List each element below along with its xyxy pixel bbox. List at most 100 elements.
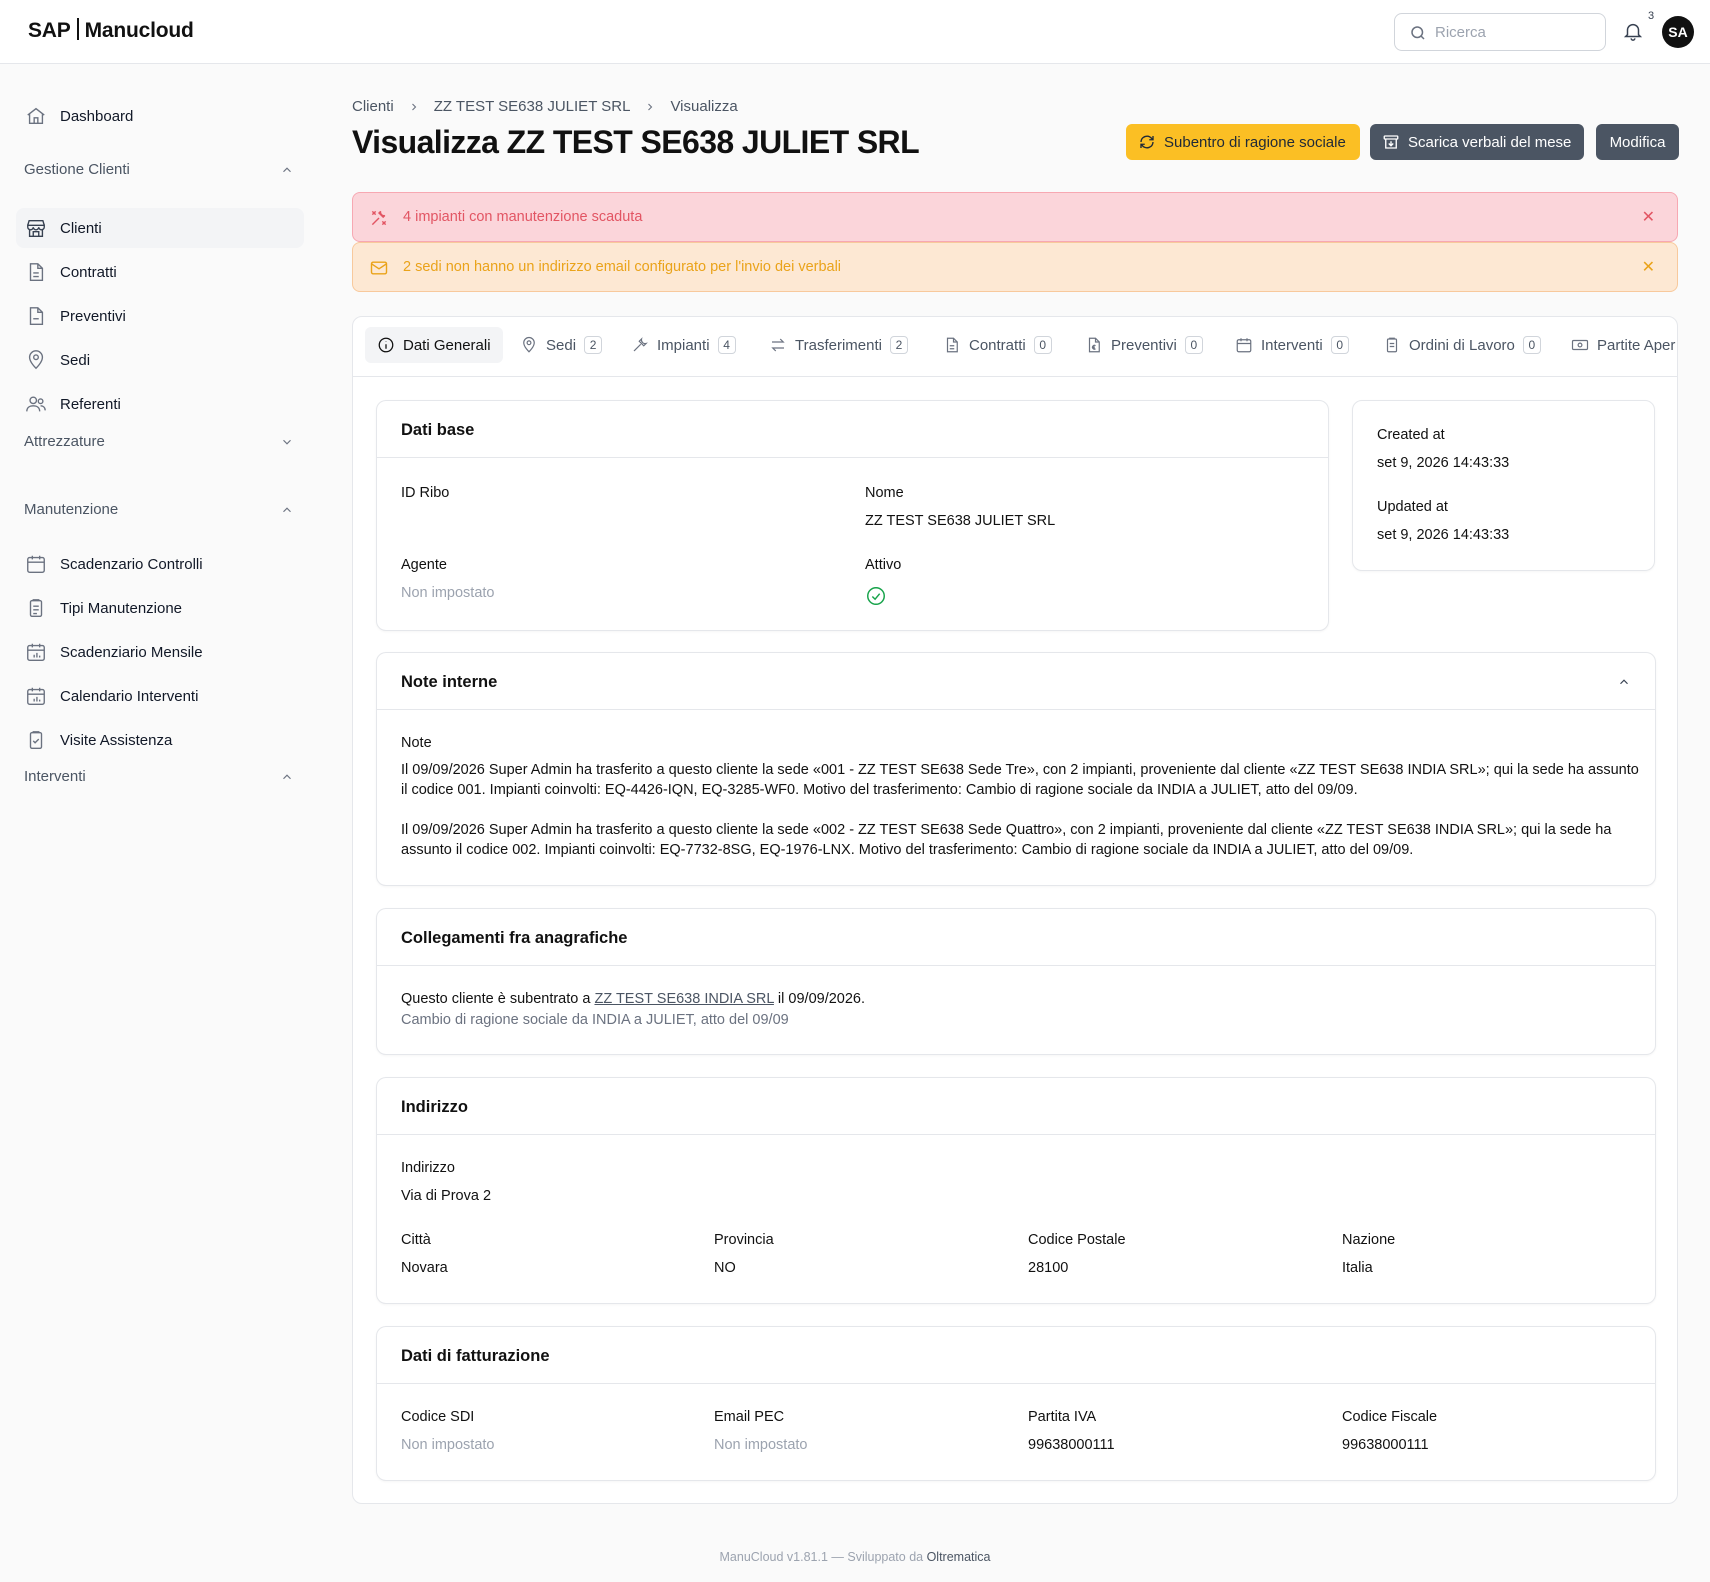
sidebar-item-tipi-manutenzione[interactable]: Tipi Manutenzione (16, 588, 304, 628)
scarica-verbali-button[interactable]: Scarica verbali del mese (1370, 124, 1584, 160)
document-euro-icon (1085, 336, 1103, 354)
agente-label: Agente (401, 557, 447, 573)
sidebar-item-scadenziario-mensile[interactable]: Scadenziario Mensile (16, 632, 304, 672)
breadcrumb-item-cliente[interactable]: ZZ TEST SE638 JULIET SRL (434, 98, 631, 115)
alert-email-mancante: 2 sedi non hanno un indirizzo email conf… (352, 242, 1678, 292)
tab-impianti[interactable]: Impianti 4 (631, 327, 736, 363)
close-icon[interactable]: ✕ (1642, 257, 1655, 277)
chevron-up-icon[interactable] (1617, 675, 1631, 689)
nome-value: ZZ TEST SE638 JULIET SRL (865, 513, 1056, 529)
citta-value: Novara (401, 1260, 448, 1276)
subentro-button[interactable]: Subentro di ragione sociale (1126, 124, 1360, 160)
card-title: Collegamenti fra anagrafiche (377, 909, 1655, 966)
brand-logo[interactable]: SAP Manucloud (28, 18, 194, 43)
card-header[interactable]: Note interne (377, 653, 1655, 710)
developer-link[interactable]: Oltrematica (927, 1550, 991, 1564)
search-input[interactable] (1435, 23, 1595, 41)
sidebar-item-label: Calendario Interventi (60, 687, 199, 705)
footer-text: ManuCloud v1.81.1 — Sviluppato da (719, 1550, 927, 1564)
partita-iva-label: Partita IVA (1028, 1409, 1097, 1425)
sidebar-item-label: Sedi (60, 351, 91, 369)
sidebar-item-label: Scadenziario Mensile (60, 643, 203, 661)
tab-count: 4 (717, 336, 736, 354)
provincia-value: NO (714, 1260, 736, 1276)
search-icon (1409, 24, 1427, 42)
tab-sedi[interactable]: Sedi 2 (520, 327, 603, 363)
sidebar-item-scadenzario-controlli[interactable]: Scadenzario Controlli (16, 544, 304, 584)
tab-contratti[interactable]: Contratti 0 (943, 327, 1052, 363)
chevron-right-icon (644, 101, 656, 113)
users-icon (25, 393, 47, 415)
clipboard-list-icon (25, 597, 47, 619)
indirizzo-value: Via di Prova 2 (401, 1188, 492, 1204)
attivo-label: Attivo (865, 557, 902, 573)
subentro-label: Subentro di ragione sociale (1164, 133, 1346, 151)
card-title: Note interne (401, 673, 498, 691)
tab-trasferimenti[interactable]: Trasferimenti 2 (769, 327, 908, 363)
codice-fiscale-value: 99638000111 (1342, 1437, 1429, 1453)
top-bar: SAP Manucloud 3 SA (0, 0, 1710, 64)
tab-label: Trasferimenti (795, 336, 882, 354)
tab-count: 0 (1522, 336, 1541, 354)
scarica-label: Scarica verbali del mese (1408, 133, 1572, 151)
tab-interventi[interactable]: Interventi 0 (1235, 327, 1349, 363)
banknote-icon (1571, 336, 1589, 354)
sidebar-item-dashboard[interactable]: Dashboard (16, 96, 304, 136)
group-interventi[interactable]: Interventi (24, 768, 294, 785)
email-pec-value: Non impostato (714, 1437, 808, 1453)
tab-preventivi[interactable]: Preventivi 0 (1085, 327, 1203, 363)
tab-partite-aperte[interactable]: Partite Aper (1571, 327, 1675, 363)
store-icon (25, 217, 47, 239)
mail-icon (369, 258, 389, 278)
close-icon[interactable]: ✕ (1642, 207, 1655, 227)
updated-at-label: Updated at (1377, 499, 1448, 515)
updated-at-value: set 9, 2026 14:43:33 (1377, 527, 1510, 543)
clipboard-icon (1383, 336, 1401, 354)
fatturazione-card: Dati di fatturazione Codice SDI Non impo… (376, 1326, 1656, 1481)
tab-ordini-di-lavoro[interactable]: Ordini di Lavoro 0 (1383, 327, 1541, 363)
id-ribo-label: ID Ribo (401, 485, 450, 501)
tab-label: Impianti (657, 336, 710, 354)
page-title: Visualizza ZZ TEST SE638 JULIET SRL (352, 124, 920, 160)
alert-text: 2 sedi non hanno un indirizzo email conf… (403, 259, 842, 275)
group-label: Attrezzature (24, 433, 105, 450)
nazione-label: Nazione (1342, 1232, 1396, 1248)
chevron-right-icon (408, 101, 420, 113)
group-manutenzione[interactable]: Manutenzione (24, 501, 294, 518)
sidebar-item-contratti[interactable]: Contratti (16, 252, 304, 292)
breadcrumb-item-clienti[interactable]: Clienti (352, 98, 394, 115)
sidebar-item-clienti[interactable]: Clienti (16, 208, 304, 248)
clipboard-check-icon (25, 729, 47, 751)
chevron-up-icon (280, 503, 294, 517)
citta-label: Città (401, 1232, 431, 1248)
cliente-precedente-link[interactable]: ZZ TEST SE638 INDIA SRL (594, 991, 773, 1007)
chevron-down-icon (280, 435, 294, 449)
sidebar-item-label: Preventivi (60, 307, 126, 325)
tab-dati-generali[interactable]: Dati Generali (365, 327, 503, 363)
group-attrezzature[interactable]: Attrezzature (24, 433, 294, 450)
modifica-button[interactable]: Modifica (1596, 124, 1679, 160)
sidebar-item-calendario-interventi[interactable]: Calendario Interventi (16, 676, 304, 716)
arrows-exchange-icon (769, 336, 787, 354)
avatar[interactable]: SA (1662, 16, 1694, 48)
alert-manutenzione-scaduta: 4 impianti con manutenzione scaduta ✕ (352, 192, 1678, 242)
group-gestione-clienti[interactable]: Gestione Clienti (24, 161, 294, 178)
sidebar-item-referenti[interactable]: Referenti (16, 384, 304, 424)
brand-separator (76, 18, 79, 40)
sidebar-item-label: Scadenzario Controlli (60, 555, 203, 573)
home-icon (25, 105, 47, 127)
sidebar-item-label: Tipi Manutenzione (60, 599, 183, 617)
tab-count: 0 (1330, 336, 1349, 354)
bell-icon[interactable] (1622, 20, 1644, 42)
codice-postale-value: 28100 (1028, 1260, 1069, 1276)
search-box[interactable] (1394, 13, 1606, 51)
sidebar-item-visite-assistenza[interactable]: Visite Assistenza (16, 720, 304, 760)
tab-bar: Dati Generali Sedi 2 Impianti 4 Trasferi… (353, 317, 1677, 377)
tab-label: Sedi (546, 336, 577, 354)
sidebar-item-sedi[interactable]: Sedi (16, 340, 304, 380)
sidebar: Dashboard Gestione Clienti Clienti Contr… (0, 65, 320, 885)
collegamenti-card: Collegamenti fra anagrafiche Questo clie… (376, 908, 1656, 1055)
indirizzo-label: Indirizzo (401, 1160, 455, 1176)
document-text-icon (25, 305, 47, 327)
sidebar-item-preventivi[interactable]: Preventivi (16, 296, 304, 336)
